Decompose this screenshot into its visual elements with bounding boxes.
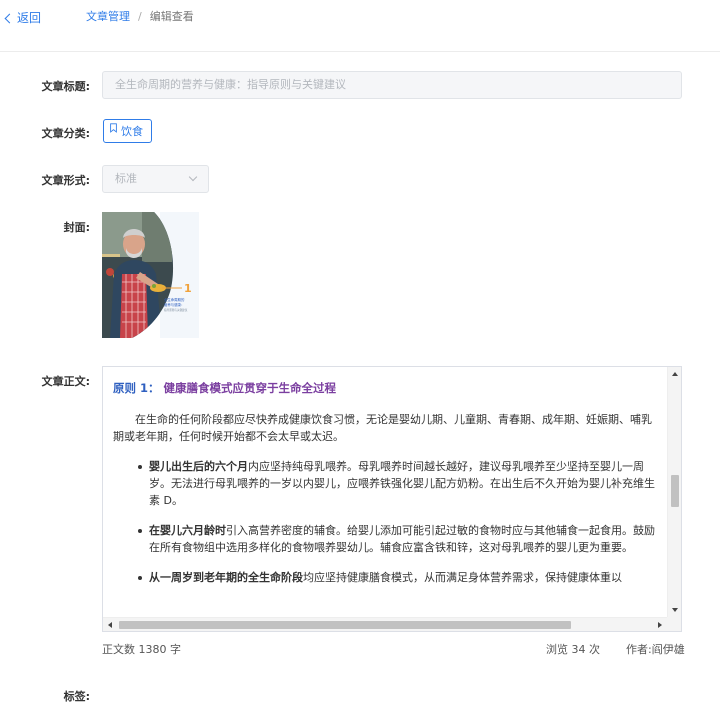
chevron-left-icon	[4, 13, 15, 23]
breadcrumb-current: 编辑查看	[149, 10, 194, 23]
chevron-down-icon	[188, 172, 198, 182]
tags-label: 标签:	[63, 690, 90, 703]
list-item-bold: 从一周岁到老年期的全生命阶段	[149, 571, 303, 584]
scroll-up-icon[interactable]	[672, 372, 678, 376]
article-bullet-list: 婴儿出生后的六个月内应坚持纯母乳喂养。母乳喂养时间越长越好，建议母乳喂养至少坚持…	[113, 458, 657, 586]
view-count: 浏览 34 次	[546, 643, 600, 656]
back-label: 返回	[17, 11, 42, 25]
article-intro: 在生命的任何阶段都应尽快养成健康饮食习惯，无论是婴幼儿期、儿童期、青春期、成年期…	[113, 413, 652, 443]
body-label: 文章正文:	[41, 375, 90, 388]
bookmark-icon	[110, 123, 117, 133]
article-heading: 原则 1： 健康膳食模式应贯穿于生命全过程	[113, 380, 657, 397]
title-field[interactable]: 全生命周期的营养与健康：指导原则与关键建议	[102, 71, 682, 99]
horizontal-scrollbar[interactable]	[103, 617, 667, 631]
scroll-down-icon[interactable]	[672, 608, 678, 612]
article-body-content[interactable]: 原则 1： 健康膳食模式应贯穿于生命全过程 在生命的任何阶段都应尽快养成健康饮食…	[103, 367, 667, 617]
svg-text:1: 1	[184, 282, 192, 295]
top-bar: 返回 文章管理 / 编辑查看	[0, 0, 720, 52]
list-item-bold: 婴儿出生后的六个月	[149, 460, 248, 473]
breadcrumb-article-management[interactable]: 文章管理	[86, 8, 130, 24]
scroll-left-icon[interactable]	[108, 621, 112, 628]
word-count: 正文数 1380 字	[102, 643, 181, 656]
cover-label: 封面:	[63, 221, 90, 234]
cover-photo: 1 全生命周期的 营养与健康： 指导原则与关键建议	[102, 212, 199, 338]
author: 作者:阎伊雄	[626, 643, 685, 656]
svg-text:指导原则与关键建议: 指导原则与关键建议	[164, 308, 188, 312]
format-select-value: 标准	[115, 172, 137, 185]
format-select[interactable]: 标准	[102, 165, 209, 193]
category-tag[interactable]: 饮食	[103, 119, 152, 143]
scroll-right-icon[interactable]	[658, 621, 662, 628]
scrollbar-corner	[667, 617, 681, 631]
vertical-scrollbar[interactable]	[667, 367, 681, 617]
svg-text:全生命周期的: 全生命周期的	[164, 297, 185, 302]
article-body-editor[interactable]: 原则 1： 健康膳食模式应贯穿于生命全过程 在生命的任何阶段都应尽快养成健康饮食…	[102, 366, 682, 632]
list-item-text: 均应坚持健康膳食模式，从而满足身体营养需求，保持健康体重以	[303, 571, 622, 584]
list-item-bold: 在婴儿六月龄时	[149, 524, 226, 537]
list-item: 在婴儿六月龄时引入高营养密度的辅食。给婴儿添加可能引起过敏的食物时应与其他辅食一…	[138, 522, 657, 556]
breadcrumb: 文章管理 / 编辑查看	[86, 8, 194, 24]
article-heading-prefix: 原则 1：	[113, 381, 160, 395]
title-label: 文章标题:	[41, 80, 90, 93]
category-tag-label: 饮食	[121, 125, 143, 138]
list-item: 从一周岁到老年期的全生命阶段均应坚持健康膳食模式，从而满足身体营养需求，保持健康…	[138, 569, 657, 586]
vertical-scroll-thumb[interactable]	[671, 475, 679, 507]
breadcrumb-separator: /	[138, 9, 142, 23]
list-item: 婴儿出生后的六个月内应坚持纯母乳喂养。母乳喂养时间越长越好，建议母乳喂养至少坚持…	[138, 458, 657, 509]
svg-text:营养与健康：: 营养与健康：	[164, 302, 184, 307]
back-button[interactable]: 返回	[4, 9, 42, 26]
article-heading-text: 健康膳食模式应贯穿于生命全过程	[163, 381, 337, 395]
horizontal-scroll-thumb[interactable]	[119, 621, 571, 629]
format-label: 文章形式:	[41, 174, 90, 187]
category-label: 文章分类:	[41, 127, 90, 140]
cover-image[interactable]: 1 全生命周期的 营养与健康： 指导原则与关键建议	[102, 212, 199, 338]
